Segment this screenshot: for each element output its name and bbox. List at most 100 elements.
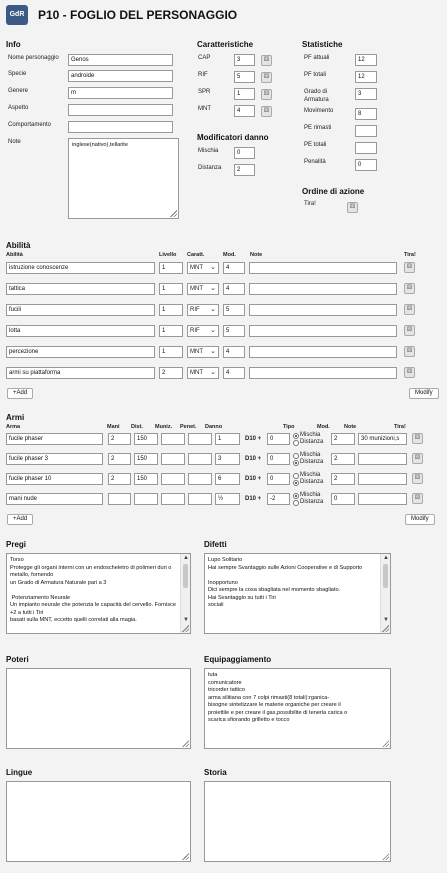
dice-icon[interactable]: ⚄	[347, 202, 358, 213]
resize-grip-icon[interactable]	[182, 625, 189, 632]
ranged-radio[interactable]	[293, 500, 299, 506]
scroll-up-icon[interactable]: ▲	[381, 554, 390, 563]
weapon-d10-field[interactable]: 0	[267, 473, 290, 485]
char-field-spr[interactable]: 1	[234, 88, 255, 100]
weapon-hands-field[interactable]	[108, 493, 131, 505]
skill-mod-field[interactable]: 4	[223, 262, 245, 274]
dice-icon[interactable]: ⚄	[404, 325, 415, 336]
flaws-scrollbar[interactable]: ▲ ▼	[380, 554, 390, 633]
melee-radio[interactable]	[293, 453, 299, 459]
melee-radio[interactable]	[293, 493, 299, 499]
resize-grip-icon[interactable]	[170, 210, 177, 217]
weapon-dmg-field[interactable]: ½	[215, 493, 240, 505]
dice-icon[interactable]: ⚄	[404, 262, 415, 273]
scroll-down-icon[interactable]: ▼	[181, 616, 190, 625]
weapon-ammo-field[interactable]	[161, 473, 185, 485]
melee-radio[interactable]	[293, 433, 299, 439]
skill-notes-field[interactable]	[249, 304, 397, 316]
weapon-mod-field[interactable]: 2	[331, 453, 355, 465]
skill-char-select[interactable]: MNT ⌄	[187, 262, 219, 274]
skill-name-field[interactable]: lotta	[6, 325, 155, 337]
weapon-pen-field[interactable]	[188, 433, 212, 445]
weapon-pen-field[interactable]	[188, 453, 212, 465]
skill-level-field[interactable]: 1	[159, 346, 183, 358]
dice-icon[interactable]: ⚄	[404, 367, 415, 378]
dice-icon[interactable]: ⚄	[261, 55, 272, 66]
skill-level-field[interactable]: 1	[159, 304, 183, 316]
skill-name-field[interactable]: armi su piattaforma	[6, 367, 155, 379]
flaws-field[interactable]: Lupo Solitario Hai sempre Svantaggio sul…	[204, 553, 391, 634]
skill-char-select[interactable]: MNT ⌄	[187, 283, 219, 295]
weapon-hands-field[interactable]: 2	[108, 433, 131, 445]
skill-notes-field[interactable]	[249, 283, 397, 295]
hp-current-field[interactable]: 12	[355, 54, 377, 66]
dice-icon[interactable]: ⚄	[412, 473, 423, 484]
weapon-notes-field[interactable]	[358, 493, 407, 505]
skill-char-select[interactable]: MNT ⌄	[187, 346, 219, 358]
notes-field[interactable]: inglese(nativo),tellarite	[68, 138, 179, 219]
weapon-dist-field[interactable]	[134, 493, 158, 505]
char-field-cap[interactable]: 3	[234, 54, 255, 66]
equipment-field[interactable]: tuta comunicatore tricorder tattico arma…	[204, 668, 391, 749]
weapon-dmg-field[interactable]: 1	[215, 433, 240, 445]
skill-mod-field[interactable]: 4	[223, 367, 245, 379]
skill-name-field[interactable]: tattica	[6, 283, 155, 295]
skill-mod-field[interactable]: 5	[223, 325, 245, 337]
skill-notes-field[interactable]	[249, 346, 397, 358]
weapon-d10-field[interactable]: 0	[267, 433, 290, 445]
skill-char-select[interactable]: MNT ⌄	[187, 367, 219, 379]
skill-mod-field[interactable]: 4	[223, 346, 245, 358]
dice-icon[interactable]: ⚄	[412, 453, 423, 464]
weapon-hands-field[interactable]: 2	[108, 473, 131, 485]
weapon-name-field[interactable]: fucile phaser 3	[6, 453, 103, 465]
resize-grip-icon[interactable]	[382, 625, 389, 632]
resize-grip-icon[interactable]	[382, 740, 389, 747]
weapon-ammo-field[interactable]	[161, 433, 185, 445]
weapon-ammo-field[interactable]	[161, 453, 185, 465]
behavior-field[interactable]	[68, 121, 173, 133]
skill-name-field[interactable]: percezione	[6, 346, 155, 358]
weapon-mod-field[interactable]: 2	[331, 473, 355, 485]
name-field[interactable]: Genos	[68, 54, 173, 66]
ranged-radio[interactable]	[293, 460, 299, 466]
skills-add-button[interactable]: +Add	[7, 388, 34, 399]
skill-mod-field[interactable]: 5	[223, 304, 245, 316]
weapon-notes-field[interactable]: 30 munizioni,s	[358, 433, 407, 445]
weapon-mod-field[interactable]: 2	[331, 433, 355, 445]
dice-icon[interactable]: ⚄	[261, 89, 272, 100]
story-field[interactable]	[204, 781, 391, 862]
languages-field[interactable]	[6, 781, 191, 862]
weapon-ammo-field[interactable]	[161, 493, 185, 505]
skill-char-select[interactable]: RIF ⌄	[187, 304, 219, 316]
weapon-d10-field[interactable]: 0	[267, 453, 290, 465]
melee-mod-field[interactable]: 0	[234, 147, 255, 159]
movement-field[interactable]: 8	[355, 108, 377, 120]
skill-char-select[interactable]: RIF ⌄	[187, 325, 219, 337]
skill-level-field[interactable]: 1	[159, 283, 183, 295]
resize-grip-icon[interactable]	[382, 853, 389, 860]
species-field[interactable]: androide	[68, 70, 173, 82]
weapon-hands-field[interactable]: 2	[108, 453, 131, 465]
hp-total-field[interactable]: 12	[355, 71, 377, 83]
merits-field[interactable]: Torso Protegge gli organi interni con un…	[6, 553, 191, 634]
scroll-thumb[interactable]	[383, 564, 388, 588]
weapons-add-button[interactable]: +Add	[7, 514, 34, 525]
ranged-radio[interactable]	[293, 480, 299, 486]
weapon-name-field[interactable]: fucile phaser 10	[6, 473, 103, 485]
char-field-mnt[interactable]: 4	[234, 105, 255, 117]
resize-grip-icon[interactable]	[182, 740, 189, 747]
weapon-dist-field[interactable]: 150	[134, 473, 158, 485]
skill-name-field[interactable]: istruzione conoscenze	[6, 262, 155, 274]
weapon-notes-field[interactable]	[358, 473, 407, 485]
weapon-notes-field[interactable]	[358, 453, 407, 465]
pe-total-field[interactable]	[355, 142, 377, 154]
char-field-rif[interactable]: 5	[234, 71, 255, 83]
dice-icon[interactable]: ⚄	[412, 493, 423, 504]
merits-scrollbar[interactable]: ▲ ▼	[180, 554, 190, 633]
dice-icon[interactable]: ⚄	[404, 283, 415, 294]
gender-field[interactable]: m	[68, 87, 173, 99]
skills-modify-button[interactable]: Modify	[409, 388, 439, 399]
melee-radio[interactable]	[293, 473, 299, 479]
dice-icon[interactable]: ⚄	[261, 72, 272, 83]
weapon-dist-field[interactable]: 150	[134, 453, 158, 465]
